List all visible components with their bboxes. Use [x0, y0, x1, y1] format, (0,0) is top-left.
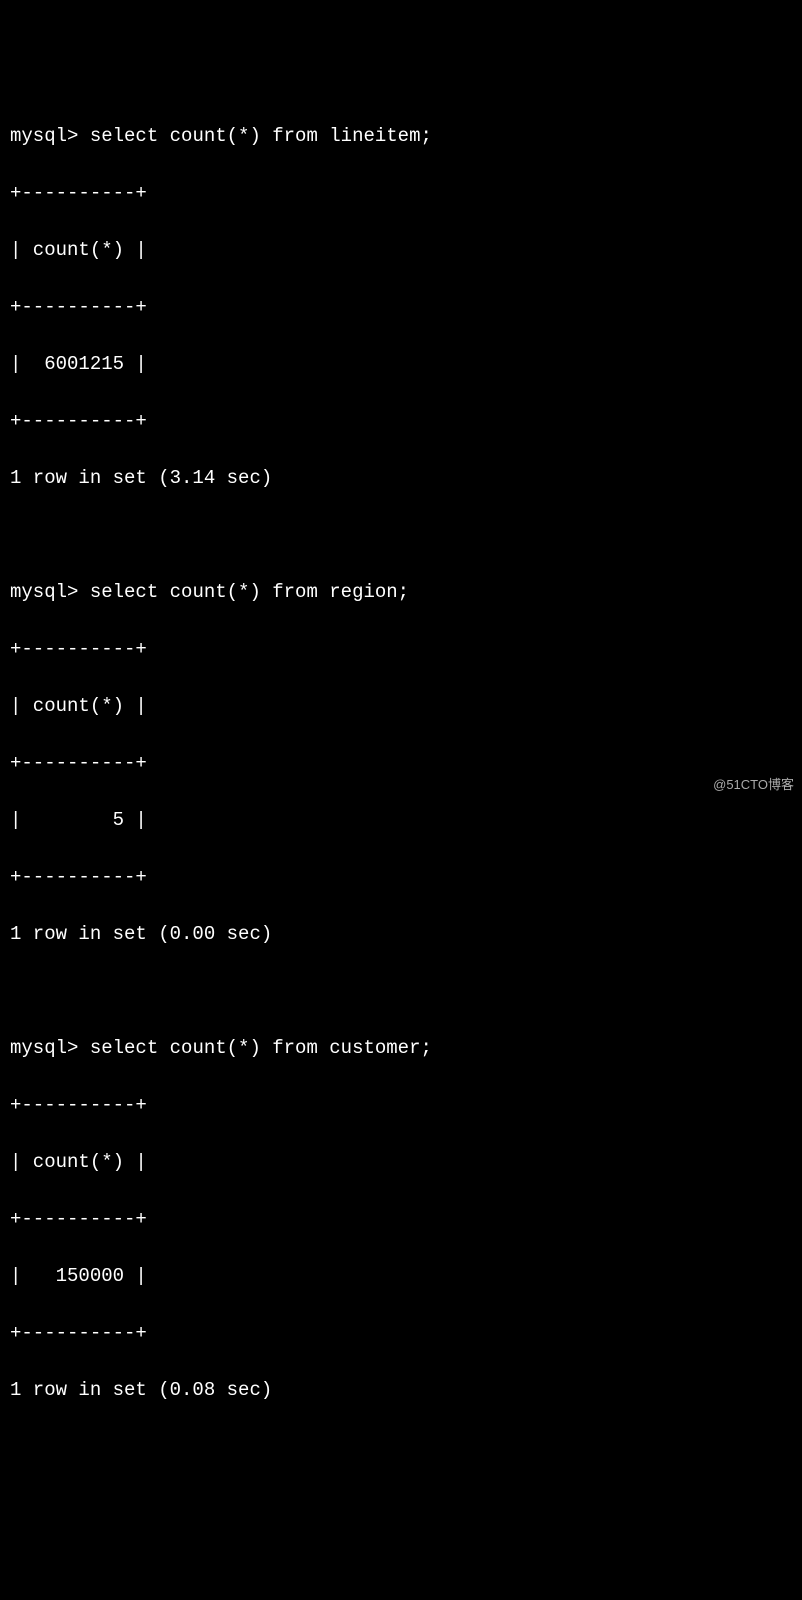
table-value-row: | 5 |: [10, 806, 792, 835]
table-value-row: | 6001215 |: [10, 350, 792, 379]
terminal-line: mysql> select count(*) from region;: [10, 578, 792, 607]
prompt: mysql>: [10, 1037, 90, 1059]
table-header-row: | count(*) |: [10, 236, 792, 265]
result-summary: 1 row in set (0.08 sec): [10, 1376, 792, 1405]
sql-query: select count(*) from region;: [90, 581, 409, 603]
table-border: +----------+: [10, 749, 792, 778]
blank-line: [10, 977, 792, 1006]
prompt: mysql>: [10, 125, 90, 147]
sql-query: select count(*) from lineitem;: [90, 125, 432, 147]
terminal-line: mysql> select count(*) from customer;: [10, 1034, 792, 1063]
prompt: mysql>: [10, 581, 90, 603]
table-border: +----------+: [10, 635, 792, 664]
blank-line: [10, 521, 792, 550]
table-border: +----------+: [10, 863, 792, 892]
result-summary: 1 row in set (3.14 sec): [10, 464, 792, 493]
table-border: +----------+: [10, 179, 792, 208]
table-header-row: | count(*) |: [10, 1148, 792, 1177]
watermark: @51CTO博客: [713, 775, 794, 795]
terminal-line: mysql> select count(*) from lineitem;: [10, 122, 792, 151]
sql-query: select count(*) from customer;: [90, 1037, 432, 1059]
table-border: +----------+: [10, 407, 792, 436]
table-border: +----------+: [10, 1205, 792, 1234]
table-header-row: | count(*) |: [10, 692, 792, 721]
table-border: +----------+: [10, 293, 792, 322]
table-border: +----------+: [10, 1091, 792, 1120]
result-summary: 1 row in set (0.00 sec): [10, 920, 792, 949]
table-border: +----------+: [10, 1319, 792, 1348]
table-value-row: | 150000 |: [10, 1262, 792, 1291]
